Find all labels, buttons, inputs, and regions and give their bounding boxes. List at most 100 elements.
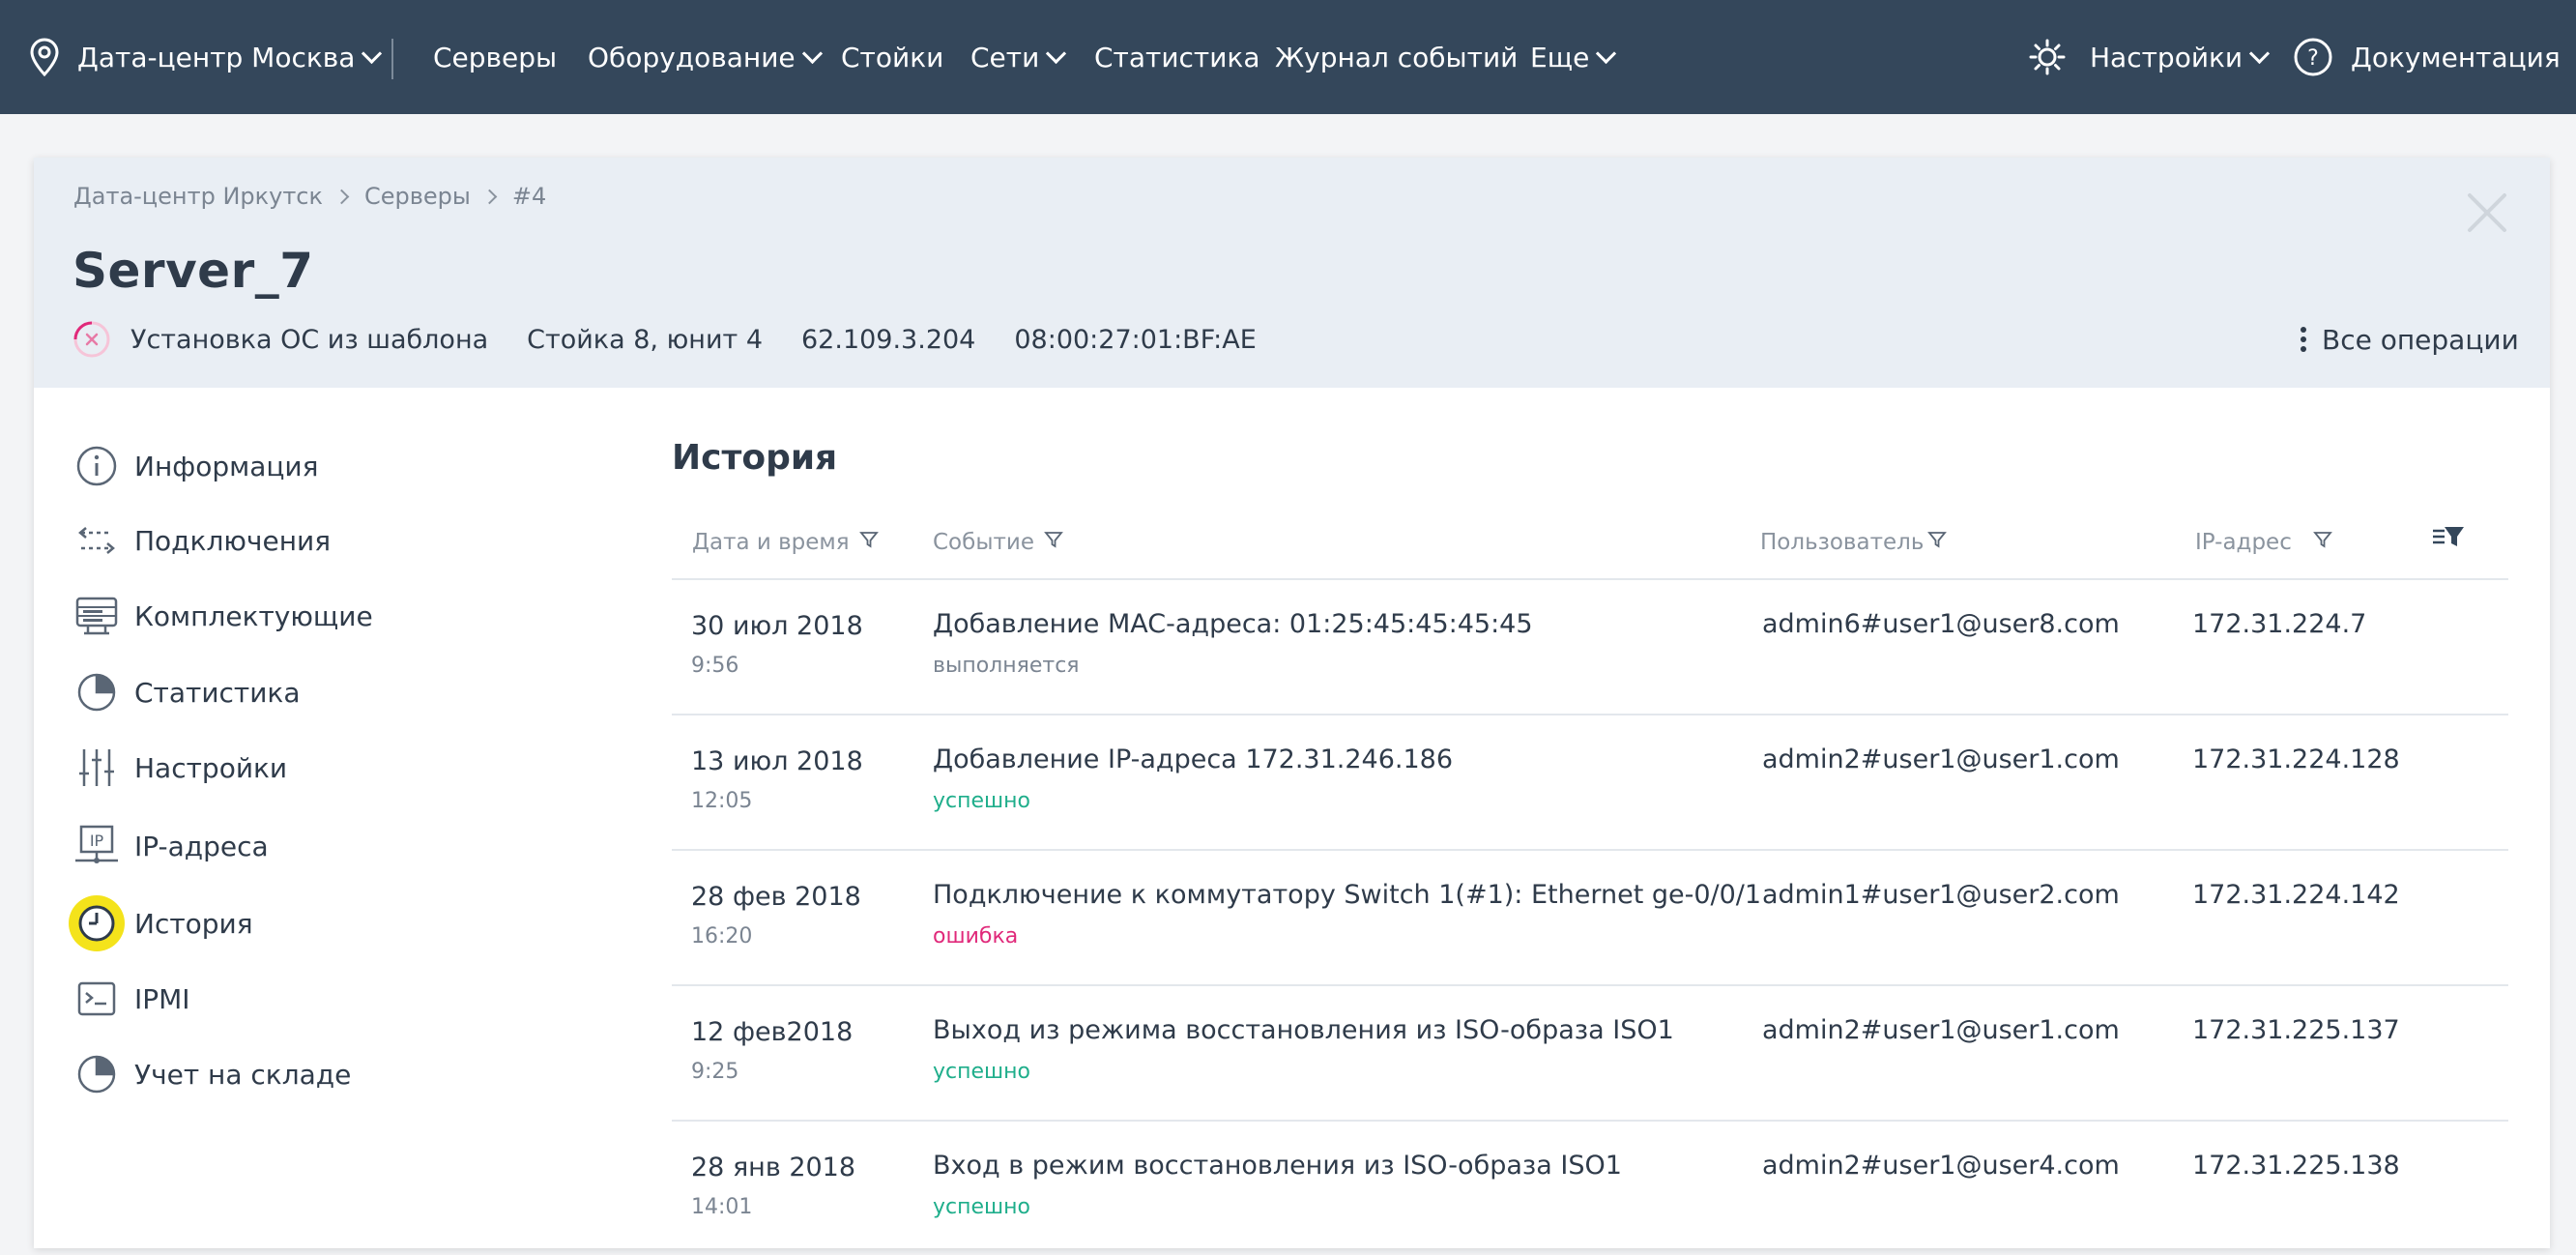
nav-item-networks[interactable]: Сети xyxy=(970,0,1067,114)
nav-item-label: Сети xyxy=(970,41,1040,73)
nav-item-racks[interactable]: Стойки xyxy=(841,0,943,114)
table-row[interactable]: 28 фев 2018 16:20 Подключение к коммутат… xyxy=(672,851,2508,984)
row-user: admin2#user1@user4.com xyxy=(1762,1151,2120,1181)
nav-item-label: Оборудование xyxy=(588,41,796,73)
nav-item-label: Еще xyxy=(1530,41,1590,73)
row-date: 30 июл 2018 xyxy=(691,611,863,641)
filter-icon[interactable] xyxy=(2312,530,2332,555)
svg-text:?: ? xyxy=(2307,46,2319,71)
row-status-success: успешно xyxy=(933,789,1031,813)
row-user: admin2#user1@user1.com xyxy=(1762,1015,2120,1045)
nav-divider xyxy=(391,39,393,79)
nav-item-label: Журнал событий xyxy=(1275,41,1519,73)
kebab-menu-icon xyxy=(2301,325,2306,354)
breadcrumb-item-datacenter[interactable]: Дата-центр Иркутск xyxy=(73,183,323,210)
row-ip: 172.31.225.138 xyxy=(2192,1151,2400,1181)
nav-item-label: Серверы xyxy=(433,41,558,73)
sidebar-item-label: Настройки xyxy=(134,751,288,784)
sidebar-item-connections[interactable]: Подключения xyxy=(72,516,331,565)
sidebar-item-ipmi[interactable]: IPMI xyxy=(72,975,190,1023)
nav-item-equipment[interactable]: Оборудование xyxy=(588,0,823,114)
section-title: История xyxy=(672,438,838,478)
breadcrumb-item-servers[interactable]: Серверы xyxy=(364,183,471,210)
row-status-success: успешно xyxy=(933,1195,1031,1219)
sidebar-item-info[interactable]: Информация xyxy=(72,442,318,490)
clock-icon xyxy=(69,895,125,951)
table-row[interactable]: 13 июл 2018 12:05 Добавление IP-адреса 1… xyxy=(672,715,2508,849)
all-operations-button[interactable]: Все операции xyxy=(2301,320,2519,359)
sidebar-item-label: Информация xyxy=(134,450,319,482)
nav-item-more[interactable]: Еще xyxy=(1530,0,1617,114)
row-time: 16:20 xyxy=(691,924,753,949)
close-icon[interactable] xyxy=(2466,191,2508,234)
pie-chart-icon xyxy=(72,668,121,716)
chevron-down-icon xyxy=(2249,43,2271,64)
filter-icon[interactable] xyxy=(1927,530,1948,555)
row-ip: 172.31.224.142 xyxy=(2192,880,2400,910)
row-time: 9:56 xyxy=(691,654,739,678)
breadcrumb-item-current: #4 xyxy=(511,183,547,210)
nav-item-label: Стойки xyxy=(841,41,944,73)
column-header-label: Событие xyxy=(933,530,1034,555)
documentation-label: Документация xyxy=(2351,41,2561,73)
table-row[interactable]: 28 янв 2018 14:01 Вход в режим восстанов… xyxy=(672,1122,2508,1255)
row-ip: 172.31.225.137 xyxy=(2192,1015,2400,1045)
server-rack-location: Стойка 8, юнит 4 xyxy=(527,324,763,355)
row-date: 12 фев2018 xyxy=(691,1017,854,1047)
row-event: Добавление MAC-адреса: 01:25:45:45:45:45 xyxy=(933,609,1533,639)
chevron-right-icon xyxy=(333,189,350,204)
nav-item-event-log[interactable]: Журнал событий xyxy=(1275,0,1518,114)
sidebar-item-warehouse[interactable]: Учет на складе xyxy=(72,1050,351,1098)
row-date: 28 фев 2018 xyxy=(691,882,861,912)
row-status-success: успешно xyxy=(933,1060,1031,1084)
help-circle-icon: ? xyxy=(2293,37,2333,77)
row-time: 12:05 xyxy=(691,789,753,813)
sidebar-item-ip-addresses[interactable]: IP IP-адреса xyxy=(72,822,269,870)
column-header-label: IP-адрес xyxy=(2195,530,2292,555)
table-row[interactable]: 12 фев2018 9:25 Выход из режима восстано… xyxy=(672,986,2508,1120)
chevron-down-icon xyxy=(1596,43,1617,64)
filter-icon[interactable] xyxy=(858,530,879,555)
row-status-error: ошибка xyxy=(933,924,1019,949)
sidebar-item-history[interactable]: История xyxy=(69,895,253,951)
column-header-label: Пользователь xyxy=(1760,530,1925,555)
row-date: 28 янв 2018 xyxy=(691,1153,856,1182)
server-card: Дата-центр Иркутск Серверы #4 Server_7 У… xyxy=(34,158,2550,1248)
gear-icon xyxy=(2028,38,2067,76)
sidebar-item-label: Статистика xyxy=(134,676,301,709)
sliders-icon xyxy=(72,744,121,792)
sidebar-item-settings[interactable]: Настройки xyxy=(72,744,287,792)
sidebar-item-statistics[interactable]: Статистика xyxy=(72,668,301,716)
nav-item-servers[interactable]: Серверы xyxy=(433,0,557,114)
column-header-label: Дата и время xyxy=(692,530,850,555)
terminal-icon xyxy=(72,975,121,1023)
components-icon xyxy=(72,592,121,640)
settings-menu[interactable]: Настройки xyxy=(2028,0,2271,114)
column-filter-icon[interactable] xyxy=(2431,525,2466,554)
row-ip: 172.31.224.128 xyxy=(2192,744,2400,774)
ip-icon: IP xyxy=(72,822,121,870)
nav-item-statistics[interactable]: Статистика xyxy=(1094,0,1260,114)
all-operations-label: Все операции xyxy=(2322,323,2519,356)
row-event: Вход в режим восстановления из ISO-образ… xyxy=(933,1151,1622,1181)
location-pin-icon xyxy=(29,38,60,76)
row-time: 9:25 xyxy=(691,1060,739,1084)
connections-icon xyxy=(72,516,121,565)
column-header-datetime[interactable]: Дата и время xyxy=(692,523,879,562)
table-row[interactable]: 30 июл 2018 9:56 Добавление MAC-адреса: … xyxy=(672,580,2508,714)
chevron-down-icon xyxy=(801,43,823,64)
row-time: 14:01 xyxy=(691,1195,753,1219)
datacenter-selector[interactable]: Дата-центр Москва xyxy=(29,0,383,114)
column-header-ip[interactable]: IP-адрес xyxy=(2195,523,2332,562)
row-date: 13 июл 2018 xyxy=(691,746,863,776)
column-header-event[interactable]: Событие xyxy=(933,523,1063,562)
column-header-user[interactable]: Пользователь xyxy=(1760,523,1948,562)
documentation-link[interactable]: ? Документация xyxy=(2293,0,2561,114)
svg-text:IP: IP xyxy=(90,832,104,850)
server-ip: 62.109.3.204 xyxy=(801,324,976,355)
sidebar-item-components[interactable]: Комплектующие xyxy=(72,592,373,640)
filter-icon[interactable] xyxy=(1044,530,1063,555)
sidebar-item-label: Учет на складе xyxy=(134,1058,352,1091)
pie-chart-icon xyxy=(72,1050,121,1098)
chevron-down-icon xyxy=(1046,43,1067,64)
